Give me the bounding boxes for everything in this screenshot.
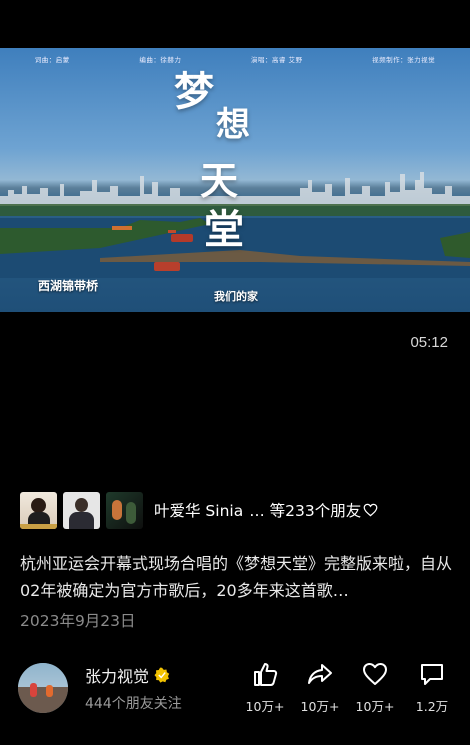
friends-liked-row[interactable]: 叶爱华 Sinia … 等233个朋友 (20, 490, 378, 530)
post-date: 2023年9月23日 (20, 612, 136, 630)
credit-production: 视频制作：张力视觉 (372, 56, 436, 64)
friends-count: … 等233个朋友 (249, 502, 362, 520)
share-arrow-icon (308, 664, 332, 684)
friend-avatar (20, 491, 57, 529)
like-button[interactable]: 10万+ (240, 660, 290, 715)
video-duration: 05:12 (410, 334, 448, 351)
friend-avatar (63, 491, 100, 529)
verified-badge-icon (154, 667, 170, 683)
action-bar: 10万+ 10万+ 10万+ 1.2万 (240, 660, 458, 716)
channel-followers: 444个朋友关注 (85, 696, 182, 712)
title-char: 天 (200, 158, 239, 203)
credit-lyrics: 词曲：启蒙 (34, 56, 70, 64)
post-description[interactable]: 杭州亚运会开幕式现场合唱的《梦想天堂》完整版来啦，自从02年被确定为官方市歌后，… (20, 550, 452, 604)
comment-bubble-icon (421, 664, 443, 685)
title-char: 想 (216, 105, 250, 145)
heart-outline-icon (363, 503, 378, 517)
comment-count: 1.2万 (415, 699, 449, 714)
channel-avatar[interactable] (18, 663, 68, 713)
credit-arrangement: 编曲：徐赫力 (139, 56, 182, 64)
credit-singers: 演唱：高睿 艾野 (250, 56, 303, 64)
video-credits: 词曲：启蒙 编曲：徐赫力 演唱：高睿 艾野 视频制作：张力视觉 (0, 54, 470, 64)
favorite-button[interactable]: 10万+ (350, 660, 400, 715)
favorite-count: 10万+ (355, 699, 395, 714)
thumbs-up-icon (254, 663, 278, 686)
caption-location: 西湖锦带桥 (38, 279, 99, 293)
like-count: 10万+ (245, 699, 285, 714)
video-title-art: 梦 想 天 堂 (170, 72, 280, 282)
caption-home: 我们的家 (214, 290, 258, 303)
channel-name[interactable]: 张力视觉 (85, 663, 149, 687)
share-button[interactable]: 10万+ (295, 660, 345, 715)
share-count: 10万+ (300, 699, 340, 714)
friend-avatar (106, 491, 143, 529)
video-thumbnail[interactable]: 词曲：启蒙 编曲：徐赫力 演唱：高睿 艾野 视频制作：张力视觉 梦 想 天 堂 … (0, 48, 470, 312)
title-char: 梦 (174, 68, 214, 115)
comment-button[interactable]: 1.2万 (407, 660, 457, 715)
channel-info[interactable]: 张力视觉 444个朋友关注 (18, 660, 182, 716)
friend-names: 叶爱华 Sinia (154, 502, 244, 520)
title-char: 堂 (204, 206, 244, 253)
heart-icon (363, 663, 387, 685)
